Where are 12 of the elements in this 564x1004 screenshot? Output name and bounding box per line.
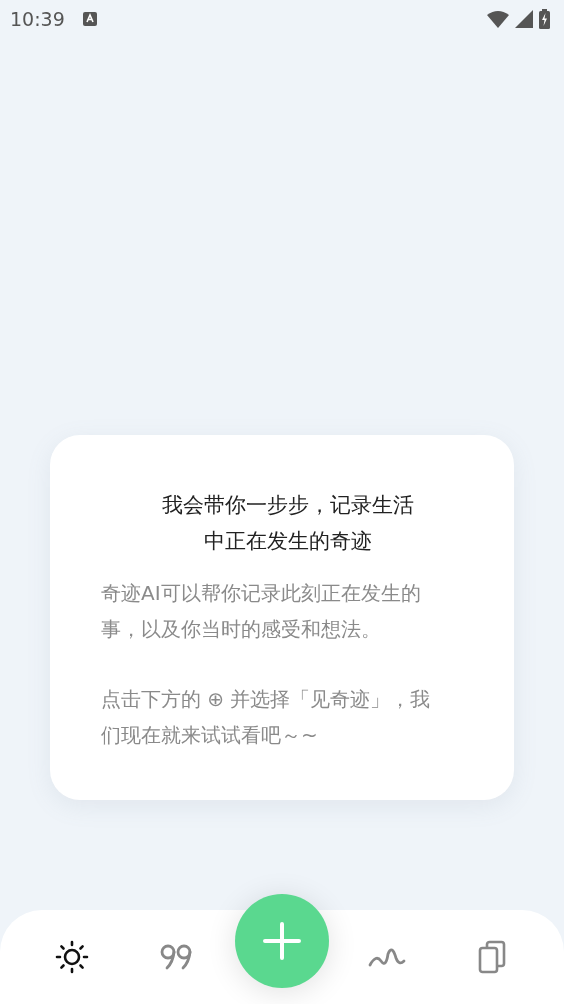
signal-icon (515, 10, 533, 28)
status-time: 10:39 (10, 8, 65, 30)
wave-icon (367, 946, 406, 968)
card-paragraph: 奇迹AI可以帮你记录此刻正在发生的事，以及你当时的感受和想法。 (101, 580, 422, 643)
keyboard-icon (82, 12, 97, 26)
card-paragraph: 点击下方的 ⊕ 并选择「见奇迹」，我们现在就来试试看吧～~ (101, 686, 432, 749)
wifi-icon (487, 10, 509, 28)
plus-icon (263, 922, 301, 960)
sun-icon (55, 940, 90, 974)
card-title: 我会带你一步步，记录生活中正在发生的奇迹 (160, 492, 415, 555)
copy-icon (477, 940, 506, 974)
battery-icon (539, 9, 550, 29)
